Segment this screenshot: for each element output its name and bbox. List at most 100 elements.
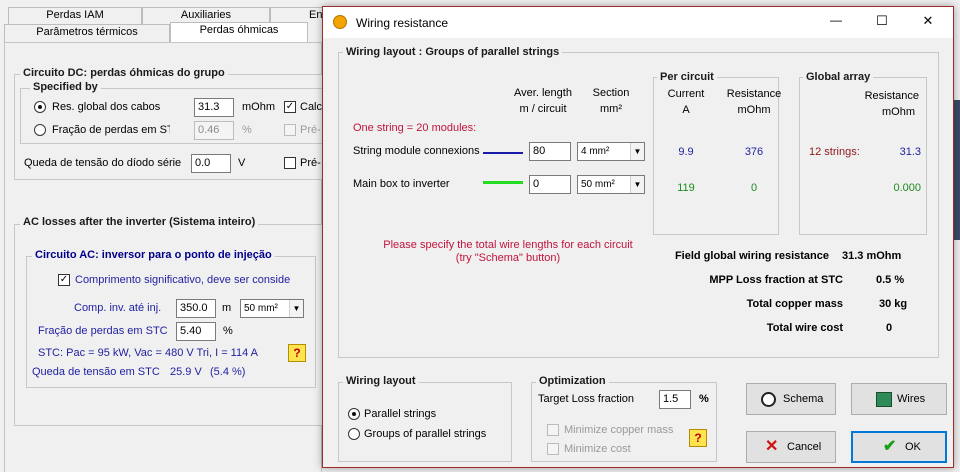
summary-resistance-label: Field global wiring resistance (674, 250, 829, 262)
schema-icon (761, 392, 776, 407)
radio-fracao-perdas-label: Fração de perdas em STC (52, 124, 170, 136)
cancel-x-icon: ✕ (765, 438, 779, 455)
ac-loss-input[interactable]: 5.40 (176, 322, 216, 341)
title-bar: Wiring resistance — ☐ ✕ (323, 7, 953, 38)
radio-parallel-strings[interactable] (348, 408, 360, 420)
optimization-help-icon[interactable]: ? (689, 429, 707, 447)
wiring-resistance-dialog: Wiring resistance — ☐ ✕ Wiring layout : … (322, 6, 954, 468)
pre-checkbox-1[interactable] (284, 124, 296, 136)
main-box-length-input[interactable]: 0 (529, 175, 571, 194)
pre-checkbox-1-label: Pré- (300, 124, 321, 136)
dialog-title: Wiring resistance (356, 16, 449, 30)
summary-cost-value: 0 (886, 322, 893, 334)
col-section-header: Section (592, 87, 630, 99)
summary-cost-label: Total wire cost (766, 322, 843, 334)
global-array-mainbox-value: 0.000 (893, 182, 921, 194)
schema-button[interactable]: Schema (746, 383, 836, 415)
ac-length-label: Comp. inv. até inj. (74, 302, 162, 314)
warning-hint: (try "Schema" button) (455, 252, 561, 264)
minimize-cost-checkbox[interactable] (547, 443, 559, 455)
ac-drop-pct: (5.4 %) (210, 366, 246, 378)
warning-message: Please specify the total wire lengths fo… (383, 239, 633, 251)
radio-res-global-label: Res. global dos cabos (52, 101, 161, 113)
fracao-perdas-input[interactable]: 0.46 (194, 121, 234, 140)
global-array-strings-value: 31.3 (899, 146, 921, 158)
col-section-unit: mm² (600, 103, 622, 115)
wires-icon (876, 392, 892, 407)
ok-button-label: OK (905, 441, 921, 453)
one-string-note: One string = 20 modules: (353, 122, 477, 134)
res-global-input[interactable]: 31.3 (194, 98, 234, 117)
ok-check-icon: ✔ (883, 438, 897, 455)
maximize-icon[interactable]: ☐ (859, 13, 905, 29)
main-box-section-value: 50 mm² (581, 179, 615, 190)
minimize-copper-checkbox[interactable] (547, 424, 559, 436)
tab-parametros-termicos[interactable]: Parâmetros térmicos (4, 24, 170, 42)
dc-group-title: Circuito DC: perdas óhmicas do grupo (20, 67, 228, 79)
comprimento-checkbox-label: Comprimento significativo, deve ser cons… (75, 274, 291, 286)
tab-label: En (309, 9, 323, 21)
tab-label: Perdas IAM (46, 9, 104, 21)
global-array-strings-label: 12 strings: (809, 146, 860, 158)
comprimento-checkbox[interactable]: ✓ (58, 274, 70, 286)
global-array-title: Global array (803, 71, 874, 83)
pre-checkbox-2-label: Pré- (300, 157, 321, 169)
tab-perdas-ohmicas[interactable]: Perdas óhmicas (170, 22, 308, 43)
cancel-button[interactable]: ✕ Cancel (746, 431, 836, 463)
col-length-unit: m / circuit (519, 103, 567, 115)
per-circuit-title: Per circuit (657, 71, 717, 83)
per-circuit-current-header: Current (667, 88, 705, 100)
pre-checkbox-2[interactable] (284, 157, 296, 169)
main-box-resistance: 0 (750, 182, 758, 194)
ac-drop-value: 25.9 V (170, 366, 202, 378)
main-box-current: 119 (677, 182, 695, 194)
ac-section-value: 50 mm² (244, 303, 278, 314)
res-global-unit: mOhm (242, 101, 275, 113)
fracao-perdas-unit: % (242, 124, 252, 136)
string-module-current: 9.9 (678, 146, 694, 158)
schema-button-label: Schema (783, 393, 824, 405)
diode-drop-input[interactable]: 0.0 (191, 154, 231, 173)
diode-drop-label: Queda de tensão do díodo série (24, 157, 182, 169)
minimize-icon[interactable]: — (813, 13, 859, 27)
target-loss-input[interactable]: 1.5 (659, 390, 691, 409)
col-length-header: Aver. length (514, 87, 572, 99)
wiring-layout-title: Wiring layout (343, 375, 419, 387)
specified-by-title: Specified by (30, 81, 101, 93)
summary-copper-label: Total copper mass (746, 298, 843, 310)
calc-checkbox[interactable]: ✓ (284, 101, 296, 113)
string-module-line (483, 152, 523, 154)
calc-checkbox-label: Calc (300, 101, 323, 113)
main-box-line (483, 181, 523, 184)
chevron-down-icon: ▼ (630, 143, 644, 160)
app-icon (333, 15, 347, 29)
string-module-section-select[interactable]: 4 mm² ▼ (577, 142, 645, 161)
help-icon[interactable]: ? (288, 344, 306, 362)
radio-fracao-perdas[interactable] (34, 124, 46, 136)
wires-button-label: Wires (897, 393, 926, 405)
ac-stc-info: STC: Pac = 95 kW, Vac = 480 V Tri, I = 1… (38, 347, 259, 359)
string-module-resistance: 376 (744, 146, 764, 158)
per-circuit-resistance-unit: mOhm (737, 104, 771, 116)
wires-button[interactable]: Wires (851, 383, 947, 415)
string-module-label: String module connexions (353, 145, 480, 157)
ac-section-select[interactable]: 50 mm² ▼ (240, 299, 304, 318)
tab-label: Auxiliaries (180, 9, 232, 21)
target-loss-label: Target Loss fraction (538, 393, 634, 405)
tab-perdas-iam[interactable]: Perdas IAM (8, 7, 142, 24)
per-circuit-current-unit: A (682, 104, 690, 116)
summary-loss-value: 0.5 % (876, 274, 905, 286)
diode-drop-unit: V (238, 157, 246, 169)
radio-res-global[interactable] (34, 101, 46, 113)
optimization-title: Optimization (536, 375, 609, 387)
ok-button[interactable]: ✔ OK (851, 431, 947, 463)
close-icon[interactable]: ✕ (905, 13, 951, 29)
main-box-label: Main box to inverter (353, 178, 450, 190)
main-box-section-select[interactable]: 50 mm² ▼ (577, 175, 645, 194)
radio-groups-parallel[interactable] (348, 428, 360, 440)
chevron-down-icon: ▼ (289, 300, 303, 317)
string-module-length-input[interactable]: 80 (529, 142, 571, 161)
wiring-layout-group (338, 382, 512, 462)
help-label: ? (293, 346, 301, 360)
ac-length-input[interactable]: 350.0 (176, 299, 216, 318)
